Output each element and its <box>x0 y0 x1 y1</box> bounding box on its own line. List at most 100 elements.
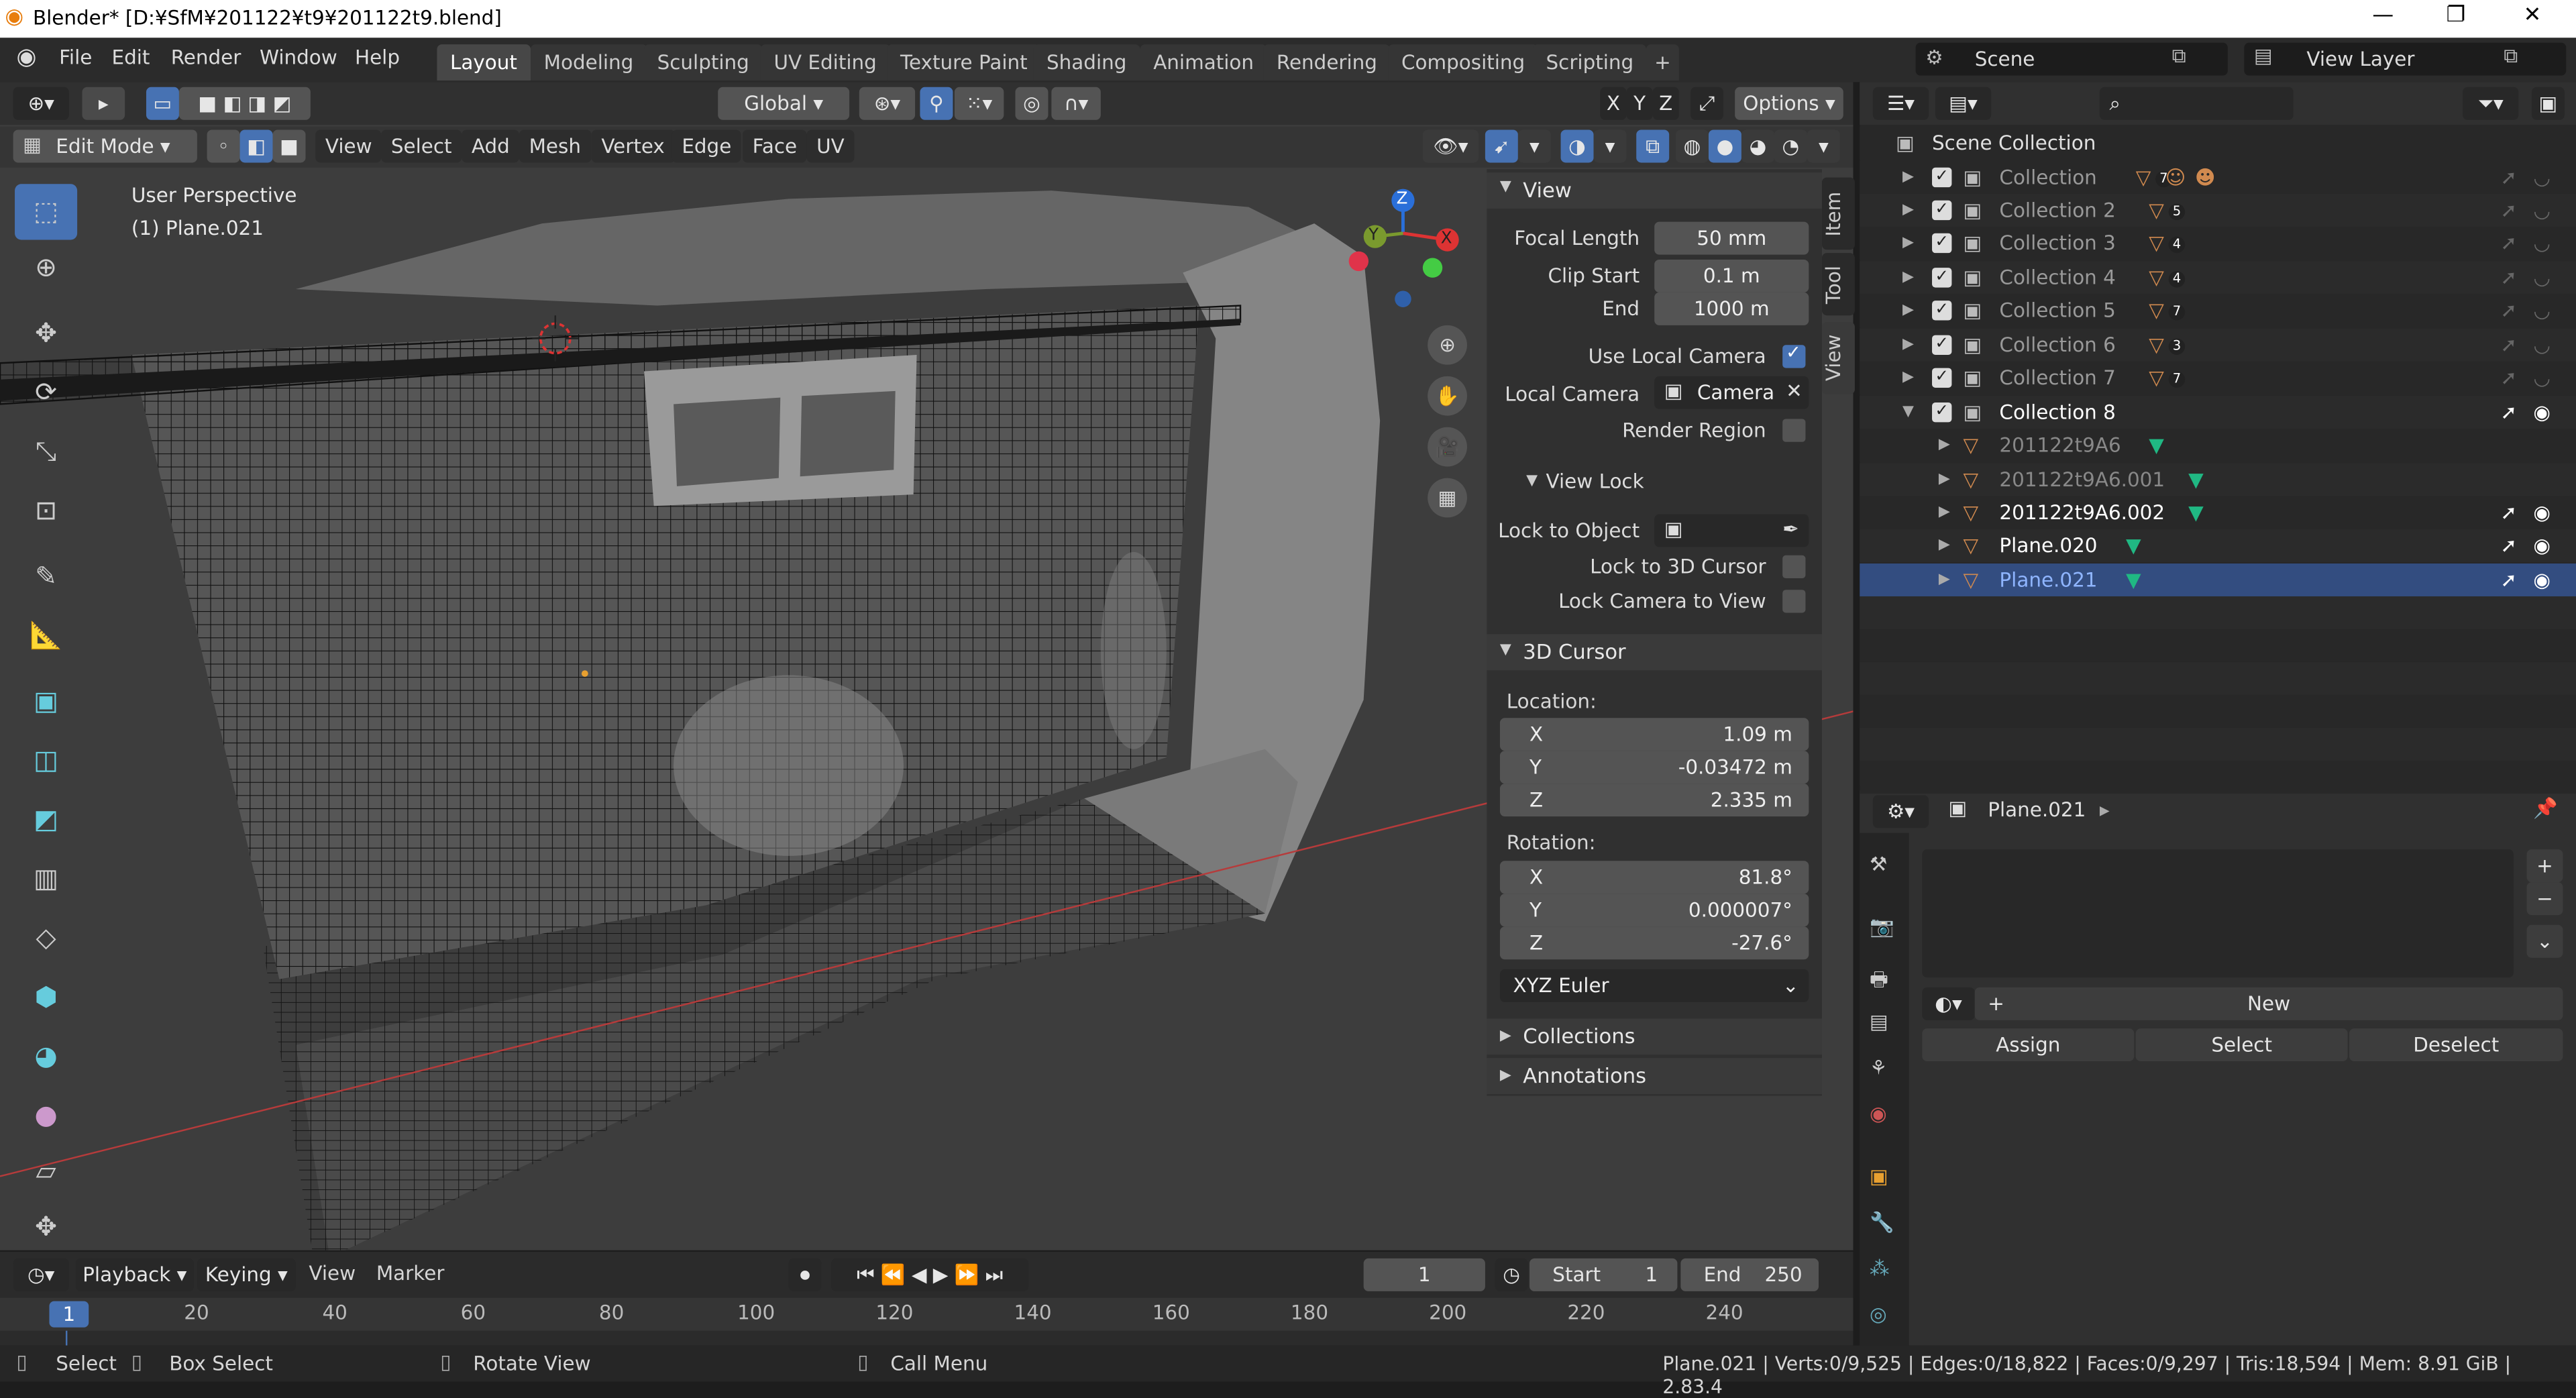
edge-select-icon[interactable]: ◧ <box>239 129 273 163</box>
menu-uv[interactable]: UV <box>806 129 855 163</box>
eye-icon[interactable]: ◡ <box>2533 161 2551 194</box>
object-expand-icon[interactable]: ▶ <box>1939 429 1950 462</box>
annotations-panel-header[interactable]: Annotations <box>1487 1058 1822 1095</box>
auto-merge-icon[interactable]: ⤢ <box>1690 87 1724 120</box>
collection-row[interactable]: ▶ ✓ ▣ Collection 5 ▽ 7 ➚ ◡ <box>1860 294 2576 327</box>
menu-face[interactable]: Face <box>742 129 807 163</box>
end-frame-field[interactable]: End 250 <box>1680 1258 1819 1291</box>
menu-help[interactable]: Help <box>355 46 400 69</box>
selectable-arrow-icon[interactable]: ➚ <box>2500 496 2517 529</box>
select-button[interactable]: Select <box>2135 1028 2348 1062</box>
vertex-select-icon[interactable]: ◦ <box>207 129 240 163</box>
shear-tool-icon[interactable]: ▱ <box>15 1144 77 1199</box>
include-checkbox[interactable]: ✓ <box>1932 368 1952 388</box>
world-tab-icon[interactable]: ◉ <box>1870 1102 1887 1125</box>
shading-dropdown[interactable]: ▾ <box>1807 129 1840 163</box>
expand-arrow-icon[interactable]: ▶ <box>1902 194 1914 227</box>
menu-edge[interactable]: Edge <box>672 129 741 163</box>
bevel-tool-icon[interactable]: ◩ <box>15 792 77 847</box>
assign-button[interactable]: Assign <box>1922 1028 2135 1062</box>
eye-icon[interactable]: ◉ <box>2533 396 2551 429</box>
expand-arrow-icon[interactable]: ▶ <box>1902 362 1914 394</box>
poly-build-tool-icon[interactable]: ⬢ <box>15 969 77 1025</box>
menu-vertex[interactable]: Vertex <box>591 129 675 163</box>
tab-animation[interactable]: Animation <box>1140 44 1267 81</box>
object-row[interactable]: ▶ ▽ 201122t9A6 ▼ <box>1860 429 2576 462</box>
timeline-view-menu[interactable]: View <box>309 1262 356 1285</box>
wireframe-shading-icon[interactable]: ◍ <box>1675 129 1709 163</box>
view-layer-tab-icon[interactable]: ▤ <box>1870 1010 1888 1033</box>
cursor-tool-icon[interactable]: ⊕ <box>15 240 77 296</box>
collection-row[interactable]: ▶ ✓ ▣ Collection 3 ▽ 4 ➚ ◡ <box>1860 226 2576 260</box>
clear-camera-icon[interactable]: ✕ <box>1786 380 1803 402</box>
eye-icon[interactable]: ◉ <box>2533 529 2551 562</box>
overlay-dropdown[interactable]: ▾ <box>1593 129 1627 163</box>
clip-end-field[interactable]: 1000 m <box>1654 292 1809 325</box>
properties-editor-type-button[interactable]: ⚙▾ <box>1872 795 1929 828</box>
object-expand-icon[interactable]: ▶ <box>1939 496 1950 529</box>
tab-scripting[interactable]: Scripting <box>1532 44 1647 81</box>
current-frame-marker[interactable]: 1 <box>49 1301 89 1328</box>
render-tab-icon[interactable]: 📷 <box>1870 915 1894 938</box>
lock-cursor-checkbox[interactable] <box>1782 555 1806 579</box>
ortho-grid-icon[interactable]: ▦ <box>1428 478 1467 518</box>
menu-mesh[interactable]: Mesh <box>519 129 591 163</box>
select-mode-icons[interactable]: ■ ◧ ◨ ◩ <box>178 87 311 120</box>
visibility-dropdown[interactable]: 👁▾ <box>1422 129 1479 163</box>
add-workspace-button[interactable]: + <box>1646 44 1680 81</box>
selectable-arrow-icon[interactable]: ➚ <box>2500 294 2517 327</box>
select-box-tool-icon[interactable]: ⬚ <box>15 184 78 240</box>
annotate-tool-icon[interactable]: ✎ <box>15 549 77 604</box>
include-checkbox[interactable]: ✓ <box>1932 200 1952 221</box>
select-tool-icon[interactable]: ▸ <box>82 87 125 120</box>
output-tab-icon[interactable]: 🖶 <box>1870 965 1888 999</box>
3d-cursor-panel-header[interactable]: 3D Cursor <box>1487 634 1822 671</box>
smooth-tool-icon[interactable]: ● <box>15 1087 77 1143</box>
mirror-x-button[interactable]: X <box>1600 87 1627 120</box>
pan-hand-icon[interactable]: ✋ <box>1428 376 1467 416</box>
snap-toggle-icon[interactable]: ⚲ <box>920 87 953 120</box>
scene-collection-row[interactable]: ▣ Scene Collection <box>1860 126 2576 160</box>
tab-rendering[interactable]: Rendering <box>1263 44 1391 81</box>
use-local-camera-checkbox[interactable]: ✓ <box>1782 341 1806 368</box>
browse-material-icon[interactable]: ◐▾ <box>1922 987 1975 1020</box>
rotate-tool-icon[interactable]: ⟳ <box>15 365 77 421</box>
tab-sculpting[interactable]: Sculpting <box>644 44 763 81</box>
tab-item[interactable]: Item <box>1821 177 1855 250</box>
camera-view-icon[interactable]: 🎥 <box>1428 427 1467 467</box>
collection-row[interactable]: ▶ ✓ ▣ Collection 7 ▽ 7 ➚ ◡ <box>1860 361 2576 394</box>
keying-dropdown[interactable]: Keying ▾ <box>197 1258 296 1291</box>
proportional-edit-icon[interactable]: ◎ <box>1015 87 1049 120</box>
selectable-arrow-icon[interactable]: ➚ <box>2500 362 2517 394</box>
clip-start-field[interactable]: 0.1 m <box>1654 259 1809 292</box>
eye-icon[interactable]: ◡ <box>2533 329 2551 362</box>
menu-edit[interactable]: Edit <box>112 46 150 69</box>
menu-view[interactable]: View <box>315 129 382 163</box>
inset-tool-icon[interactable]: ◫ <box>15 733 77 788</box>
cursor-location-y[interactable]: Y -0.03472 m <box>1499 751 1809 784</box>
particles-tab-icon[interactable]: ⁂ <box>1870 1256 1889 1279</box>
material-slot-list[interactable] <box>1922 849 2514 978</box>
view-panel-header[interactable]: View <box>1487 172 1822 209</box>
extrude-tool-icon[interactable]: ▣ <box>15 674 77 729</box>
playback-controls[interactable]: ⏮ ⏪ ◀ ▶ ⏩ ⏭ <box>831 1258 1029 1291</box>
scene-tab-icon[interactable]: ⚘ <box>1870 1057 1887 1079</box>
selectable-arrow-icon[interactable]: ➚ <box>2500 329 2517 362</box>
mirror-z-button[interactable]: Z <box>1652 87 1679 120</box>
include-checkbox[interactable]: ✓ <box>1932 268 1952 288</box>
current-frame-field[interactable]: 1 <box>1363 1258 1485 1291</box>
expand-arrow-icon[interactable]: ▶ <box>1902 329 1914 362</box>
copy-scene-icon[interactable]: ⧉ <box>2172 44 2186 69</box>
include-checkbox[interactable]: ✓ <box>1932 335 1952 355</box>
object-row[interactable]: ▶ ▽ Plane.020 ▼ ➚ ◉ <box>1860 529 2576 562</box>
lock-camera-checkbox[interactable] <box>1782 590 1806 613</box>
cursor-rotation-y[interactable]: Y 0.000007° <box>1499 894 1809 927</box>
menu-file[interactable]: File <box>59 46 92 69</box>
expand-arrow-icon[interactable]: ▶ <box>1902 261 1914 294</box>
modifier-tab-icon[interactable]: 🔧 <box>1870 1211 1894 1234</box>
solid-shading-icon[interactable]: ● <box>1708 129 1741 163</box>
cursor-location-x[interactable]: X 1.09 m <box>1499 718 1809 751</box>
tab-view[interactable]: View <box>1821 322 1855 394</box>
spin-tool-icon[interactable]: ◕ <box>15 1028 77 1084</box>
filter-dropdown[interactable]: ⏷▾ <box>2463 87 2519 120</box>
